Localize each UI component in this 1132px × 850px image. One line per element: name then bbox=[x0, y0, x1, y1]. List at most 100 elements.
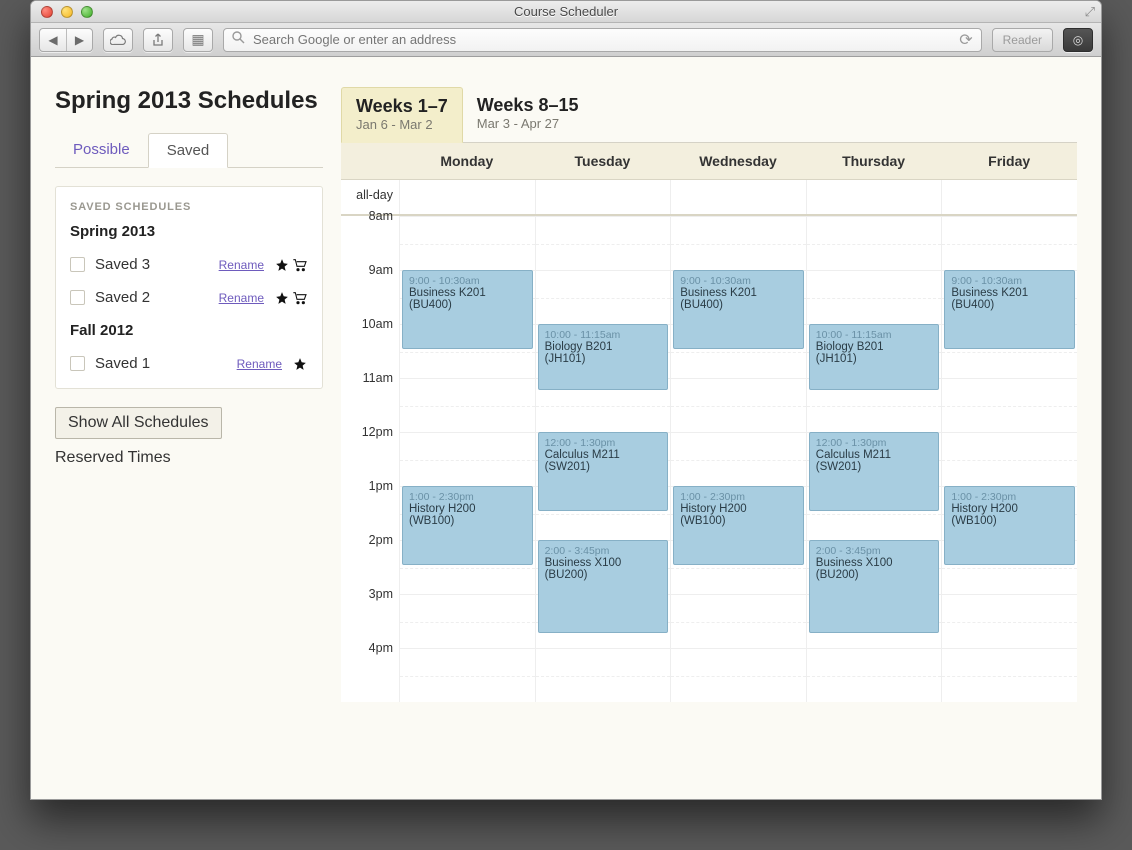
hour-slot[interactable] bbox=[942, 594, 1077, 648]
day-header: Tuesday bbox=[535, 143, 671, 179]
show-all-schedules-button[interactable]: Show All Schedules bbox=[55, 407, 222, 439]
icloud-button[interactable] bbox=[103, 28, 133, 52]
saved-schedules-panel: SAVED SCHEDULES Spring 2013Saved 3Rename… bbox=[55, 186, 323, 389]
event-time: 12:00 - 1:30pm bbox=[545, 437, 662, 449]
address-bar[interactable]: ⟳ bbox=[223, 28, 982, 52]
window-close-button[interactable] bbox=[41, 6, 53, 18]
rename-link[interactable]: Rename bbox=[219, 258, 264, 272]
calendar-event[interactable]: 1:00 - 2:30pmHistory H200(WB100) bbox=[673, 486, 804, 565]
star-icon[interactable] bbox=[274, 291, 290, 305]
browser-toolbar: ◀ ▶ ▦ ⟳ Reader ◎ bbox=[31, 23, 1101, 57]
all-day-cell[interactable] bbox=[670, 180, 806, 214]
event-time: 10:00 - 11:15am bbox=[545, 329, 662, 341]
schedule-checkbox[interactable] bbox=[70, 356, 85, 371]
window-minimize-button[interactable] bbox=[61, 6, 73, 18]
hour-slot[interactable] bbox=[671, 648, 806, 702]
hour-slot[interactable] bbox=[400, 432, 535, 486]
address-input[interactable] bbox=[253, 32, 951, 47]
schedule-name[interactable]: Saved 3 bbox=[95, 256, 219, 273]
all-day-cell[interactable] bbox=[399, 180, 535, 214]
hour-slot[interactable] bbox=[400, 594, 535, 648]
hour-slot[interactable] bbox=[536, 648, 671, 702]
calendar-event[interactable]: 10:00 - 11:15amBiology B201(JH101) bbox=[809, 324, 940, 390]
hour-label: 10am bbox=[341, 317, 399, 371]
event-title: History H200 bbox=[680, 503, 797, 515]
calendar-event[interactable]: 2:00 - 3:45pmBusiness X100(BU200) bbox=[538, 540, 669, 633]
nav-back-forward: ◀ ▶ bbox=[39, 28, 93, 52]
browser-window: Course Scheduler ⤢ ◀ ▶ ▦ ⟳ Reader ◎ Spri… bbox=[30, 0, 1102, 800]
week-tab[interactable]: Weeks 8–15Mar 3 - Apr 27 bbox=[463, 87, 593, 142]
hour-slot[interactable] bbox=[671, 594, 806, 648]
calendar-event[interactable]: 9:00 - 10:30amBusiness K201(BU400) bbox=[673, 270, 804, 349]
event-title: Business X100 bbox=[816, 557, 933, 569]
hour-slot[interactable] bbox=[400, 216, 535, 270]
hour-slot[interactable] bbox=[400, 648, 535, 702]
share-button[interactable] bbox=[143, 28, 173, 52]
all-day-cell[interactable] bbox=[535, 180, 671, 214]
hour-slot[interactable] bbox=[942, 378, 1077, 432]
saved-schedules-heading: SAVED SCHEDULES bbox=[70, 201, 308, 213]
tab-saved[interactable]: Saved bbox=[148, 133, 229, 168]
hour-slot[interactable] bbox=[400, 378, 535, 432]
star-icon[interactable] bbox=[292, 357, 308, 371]
search-icon bbox=[232, 31, 245, 49]
event-title: Business K201 bbox=[409, 287, 526, 299]
schedule-name[interactable]: Saved 1 bbox=[95, 355, 237, 372]
cart-icon[interactable] bbox=[292, 258, 308, 272]
hour-slot[interactable] bbox=[807, 216, 942, 270]
hour-slot[interactable] bbox=[807, 270, 942, 324]
reserved-times-link[interactable]: Reserved Times bbox=[55, 449, 323, 467]
schedule-checkbox[interactable] bbox=[70, 257, 85, 272]
window-title: Course Scheduler bbox=[31, 4, 1101, 19]
titlebar: Course Scheduler ⤢ bbox=[31, 1, 1101, 23]
calendar-event[interactable]: 1:00 - 2:30pmHistory H200(WB100) bbox=[944, 486, 1075, 565]
calendar-event[interactable]: 2:00 - 3:45pmBusiness X100(BU200) bbox=[809, 540, 940, 633]
hour-slot[interactable] bbox=[671, 432, 806, 486]
all-day-cell[interactable] bbox=[806, 180, 942, 214]
event-room: (WB100) bbox=[680, 515, 797, 527]
hour-label: 12pm bbox=[341, 425, 399, 479]
event-title: Biology B201 bbox=[545, 341, 662, 353]
hour-slot[interactable] bbox=[671, 378, 806, 432]
calendar-event[interactable]: 12:00 - 1:30pmCalculus M211(SW201) bbox=[538, 432, 669, 511]
back-button[interactable]: ◀ bbox=[40, 29, 66, 51]
reader-button[interactable]: Reader bbox=[992, 28, 1053, 52]
hour-slot[interactable] bbox=[671, 216, 806, 270]
cart-icon[interactable] bbox=[292, 291, 308, 305]
downloads-button[interactable]: ◎ bbox=[1063, 28, 1093, 52]
star-icon[interactable] bbox=[274, 258, 290, 272]
page-body: Spring 2013 Schedules Possible Saved SAV… bbox=[31, 57, 1101, 799]
window-fullscreen-icon[interactable]: ⤢ bbox=[1085, 4, 1095, 20]
all-day-cell[interactable] bbox=[941, 180, 1077, 214]
day-header-row: MondayTuesdayWednesdayThursdayFriday bbox=[341, 143, 1077, 180]
hour-slot[interactable] bbox=[536, 216, 671, 270]
week-tabs: Weeks 1–7Jan 6 - Mar 2Weeks 8–15Mar 3 - … bbox=[341, 87, 1077, 143]
hour-slot[interactable] bbox=[536, 270, 671, 324]
grid-button[interactable]: ▦ bbox=[183, 28, 213, 52]
window-zoom-button[interactable] bbox=[81, 6, 93, 18]
tab-possible[interactable]: Possible bbox=[55, 133, 148, 168]
day-header: Monday bbox=[399, 143, 535, 179]
hour-slot[interactable] bbox=[807, 648, 942, 702]
forward-button[interactable]: ▶ bbox=[66, 29, 92, 51]
hour-slot[interactable] bbox=[942, 648, 1077, 702]
calendar-event[interactable]: 12:00 - 1:30pmCalculus M211(SW201) bbox=[809, 432, 940, 511]
event-time: 9:00 - 10:30am bbox=[409, 275, 526, 287]
calendar-event[interactable]: 10:00 - 11:15amBiology B201(JH101) bbox=[538, 324, 669, 390]
calendar-event[interactable]: 9:00 - 10:30amBusiness K201(BU400) bbox=[944, 270, 1075, 349]
schedule-checkbox[interactable] bbox=[70, 290, 85, 305]
day-column: 9:00 - 10:30amBusiness K201(BU400) 1:00 -… bbox=[399, 216, 535, 702]
hour-slot[interactable] bbox=[942, 216, 1077, 270]
rename-link[interactable]: Rename bbox=[237, 357, 282, 371]
calendar-event[interactable]: 1:00 - 2:30pmHistory H200(WB100) bbox=[402, 486, 533, 565]
calendar-event[interactable]: 9:00 - 10:30amBusiness K201(BU400) bbox=[402, 270, 533, 349]
event-title: Biology B201 bbox=[816, 341, 933, 353]
week-tab[interactable]: Weeks 1–7Jan 6 - Mar 2 bbox=[341, 87, 463, 143]
reload-icon[interactable]: ⟳ bbox=[959, 30, 972, 50]
term-heading: Fall 2012 bbox=[70, 322, 308, 339]
event-time: 1:00 - 2:30pm bbox=[951, 491, 1068, 503]
schedule-name[interactable]: Saved 2 bbox=[95, 289, 219, 306]
event-room: (JH101) bbox=[545, 353, 662, 365]
rename-link[interactable]: Rename bbox=[219, 291, 264, 305]
hour-slot[interactable] bbox=[942, 432, 1077, 486]
